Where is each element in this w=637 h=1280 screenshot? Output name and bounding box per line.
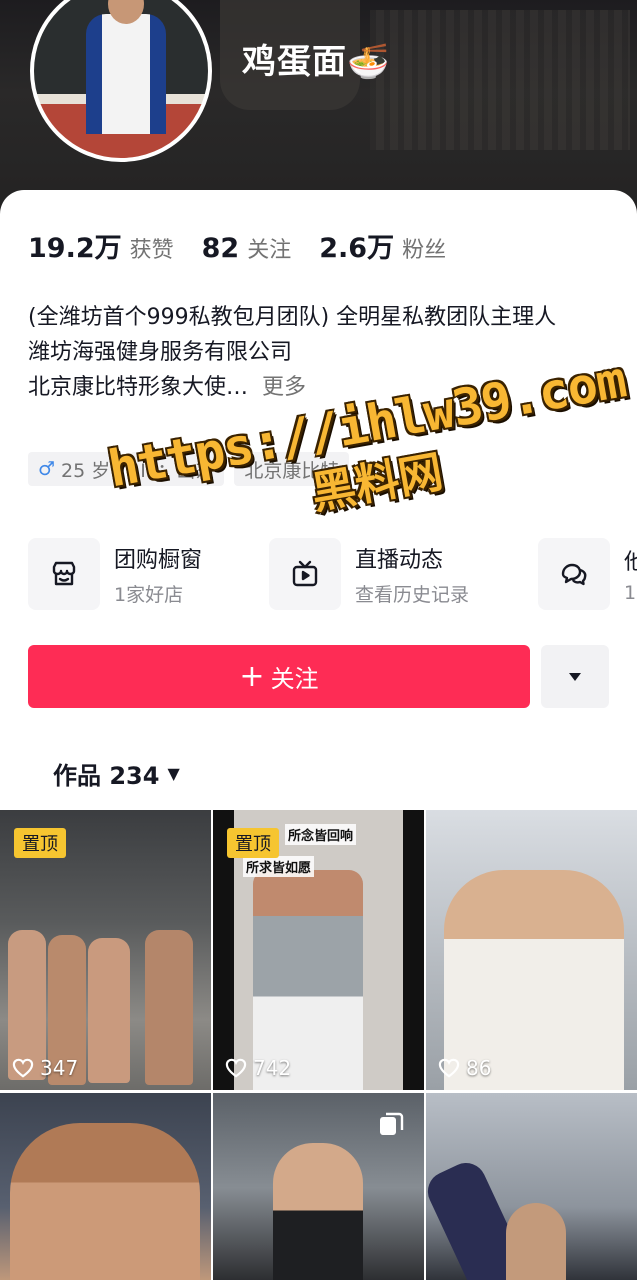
likes-count: 742 bbox=[225, 1056, 291, 1080]
more-options-button[interactable] bbox=[541, 645, 609, 708]
likes-num: 742 bbox=[253, 1056, 292, 1080]
likes-num: 86 bbox=[466, 1056, 492, 1080]
tag-location: 北京康比特 bbox=[234, 452, 350, 486]
bio-line: (全潍坊首个999私教包月团队) 全明星私教团队主理人 bbox=[28, 305, 557, 330]
pinned-badge: 置顶 bbox=[227, 828, 279, 858]
entry-chat-sub: 1 bbox=[624, 582, 637, 604]
thumb-figure bbox=[506, 1203, 566, 1280]
stat-followers-label: 粉丝 bbox=[402, 238, 447, 263]
thumb-figure bbox=[10, 1123, 200, 1280]
avatar-person bbox=[86, 14, 166, 134]
tag-ip-text: IP：山东 bbox=[140, 459, 215, 482]
heart-icon bbox=[438, 1058, 460, 1078]
multi-image-icon bbox=[378, 1111, 404, 1141]
tv-icon bbox=[269, 538, 341, 610]
avatar[interactable] bbox=[30, 0, 212, 162]
entry-live-title: 直播动态 bbox=[355, 547, 444, 573]
works-grid: 置顶 347 所念皆回响 所求皆如愿 置顶 742 86 bbox=[0, 810, 637, 1280]
entry-live-sub: 查看历史记录 bbox=[355, 583, 470, 606]
stat-likes[interactable]: 19.2万 获赞 bbox=[28, 226, 174, 265]
stats-row: 19.2万 获赞 82 关注 2.6万 粉丝 bbox=[28, 226, 474, 265]
tag-age-text: 25 岁 bbox=[61, 459, 111, 482]
heart-icon bbox=[225, 1058, 247, 1078]
stat-following[interactable]: 82 关注 bbox=[202, 232, 292, 264]
likes-count: 347 bbox=[12, 1056, 78, 1080]
video-thumbnail[interactable] bbox=[426, 1093, 637, 1280]
overlay-caption: 所求皆如愿 bbox=[243, 856, 315, 877]
follow-label: 关注 bbox=[270, 665, 319, 693]
pinned-badge: 置顶 bbox=[14, 828, 66, 858]
entry-groupbuy-sub: 1家好店 bbox=[114, 583, 184, 606]
caret-down-icon: ▼ bbox=[167, 764, 180, 783]
bio-more-link[interactable]: 更多 bbox=[262, 375, 306, 400]
video-thumbnail[interactable]: 86 bbox=[426, 810, 637, 1090]
entry-live[interactable]: 直播动态 查看历史记录 bbox=[269, 538, 469, 610]
bio-line: 潍坊海强健身服务有限公司 bbox=[28, 340, 293, 365]
tag-age: ♂ 25 岁 bbox=[28, 452, 121, 486]
chat-icon bbox=[538, 538, 610, 610]
entry-chat-title: 他 bbox=[624, 550, 637, 575]
bio[interactable]: (全潍坊首个999私教包月团队) 全明星私教团队主理人 潍坊海强健身服务有限公司… bbox=[28, 300, 618, 405]
stat-likes-label: 获赞 bbox=[129, 238, 174, 263]
banner-background-gym bbox=[370, 10, 630, 150]
likes-num: 347 bbox=[40, 1056, 79, 1080]
tag-location-text: 北京康比特 bbox=[244, 459, 340, 482]
stat-likes-num: 19.2万 bbox=[28, 233, 122, 264]
tags-row: ♂ 25 岁 IP：山东 北京康比特 bbox=[28, 452, 359, 486]
video-thumbnail[interactable]: 置顶 347 bbox=[0, 810, 211, 1090]
stat-following-num: 82 bbox=[201, 233, 240, 264]
stat-following-label: 关注 bbox=[247, 238, 292, 263]
plus-icon: + bbox=[239, 658, 265, 694]
follow-button[interactable]: + 关注 bbox=[28, 645, 530, 708]
overlay-caption: 所念皆回响 bbox=[285, 824, 357, 845]
heart-icon bbox=[12, 1058, 34, 1078]
male-icon: ♂ bbox=[38, 458, 56, 480]
stat-followers-num: 2.6万 bbox=[319, 233, 395, 264]
video-thumbnail[interactable]: 所念皆回响 所求皆如愿 置顶 742 bbox=[213, 810, 424, 1090]
entry-groupbuy[interactable]: 团购橱窗 1家好店 bbox=[28, 538, 202, 610]
tag-ip: IP：山东 bbox=[130, 452, 225, 486]
caret-down-icon bbox=[569, 672, 581, 681]
bio-line-last: 北京康比特形象大使… 更多 bbox=[28, 370, 618, 405]
bio-line: 北京康比特形象大使… bbox=[28, 375, 249, 400]
entry-chat[interactable]: 他 1 bbox=[538, 538, 637, 610]
store-icon bbox=[28, 538, 100, 610]
video-thumbnail[interactable] bbox=[213, 1093, 424, 1280]
stat-followers[interactable]: 2.6万 粉丝 bbox=[319, 226, 446, 265]
thumb-figure bbox=[273, 1143, 363, 1280]
feature-entries: 团购橱窗 1家好店 直播动态 查看历史记录 他 1 bbox=[28, 538, 637, 610]
nickname: 鸡蛋面🍜 bbox=[242, 42, 391, 82]
tab-works[interactable]: 作品 234 ▼ bbox=[53, 756, 180, 791]
likes-count: 86 bbox=[438, 1056, 491, 1080]
tab-works-label: 作品 234 bbox=[53, 762, 160, 790]
thumb-figure bbox=[88, 938, 130, 1083]
video-thumbnail[interactable] bbox=[0, 1093, 211, 1280]
entry-groupbuy-title: 团购橱窗 bbox=[114, 547, 203, 573]
thumb-figure bbox=[145, 930, 193, 1085]
